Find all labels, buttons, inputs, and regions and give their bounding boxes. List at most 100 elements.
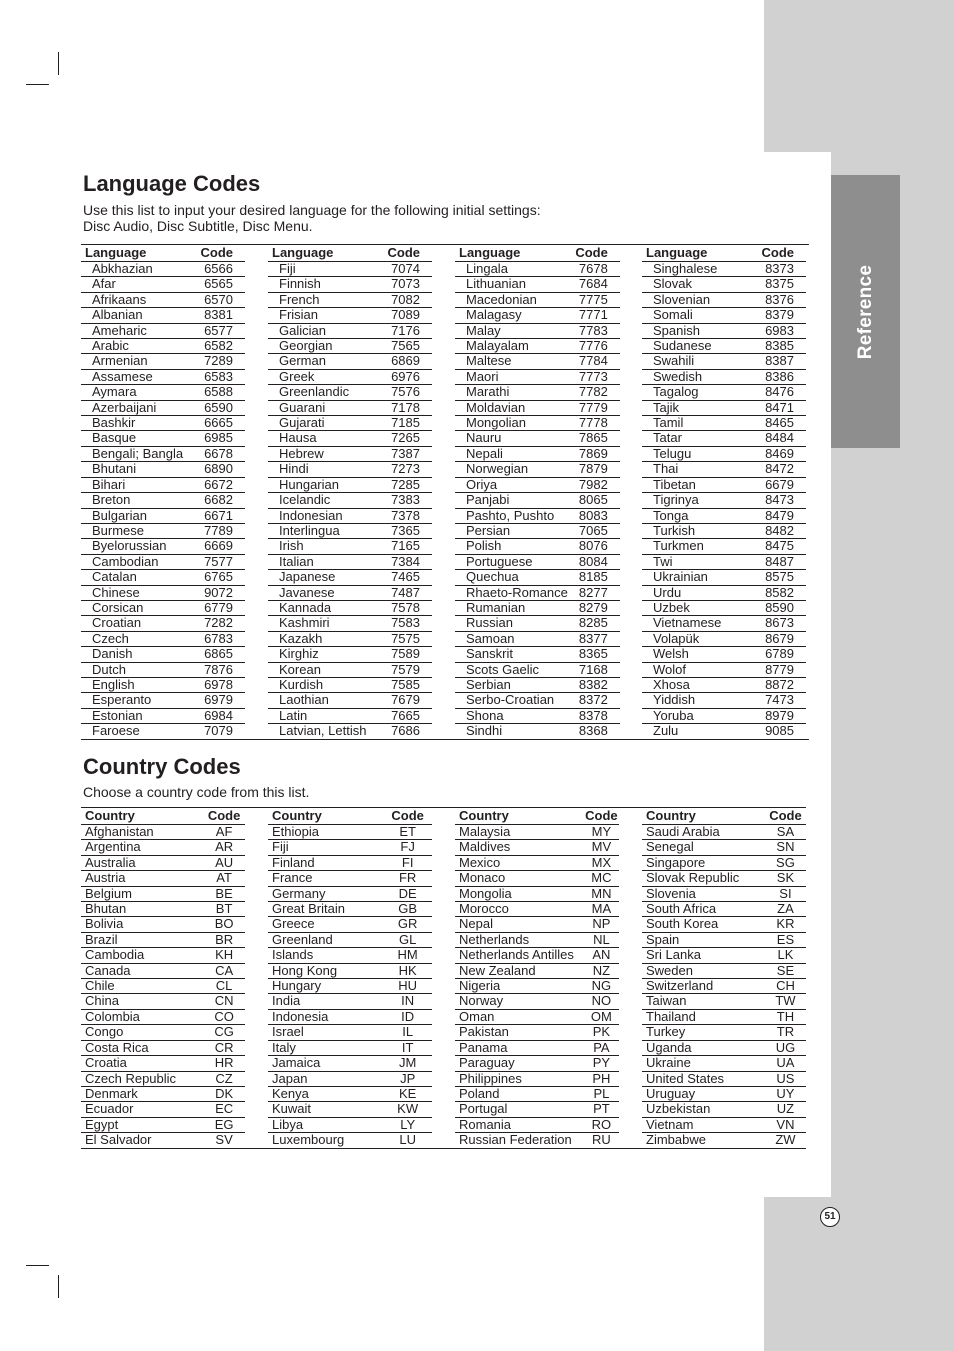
language-name: Turkmen — [642, 538, 742, 555]
country-intro: Choose a country code from this list. — [83, 784, 310, 800]
table-row: Sri Lanka LK — [642, 947, 806, 964]
language-code: 8373 — [741, 260, 806, 277]
language-code: 7168 — [567, 661, 620, 678]
table-row: Welsh 6789 — [642, 646, 806, 663]
table-row: Polish 8076 — [455, 538, 620, 555]
table-row: Tonga 8479 — [642, 507, 806, 524]
country-code: PA — [583, 1039, 619, 1056]
table-row: Moldavian 7779 — [455, 399, 620, 416]
table-row: Dutch 7876 — [81, 661, 245, 678]
language-name: Yiddish — [642, 692, 742, 709]
language-code: 7579 — [375, 661, 432, 678]
language-code: 7779 — [567, 399, 620, 416]
country-name: Czech Republic — [81, 1070, 204, 1087]
country-code: HM — [383, 947, 432, 964]
country-code: LU — [383, 1132, 432, 1148]
country-code: MN — [583, 885, 619, 902]
language-code: 8979 — [741, 707, 806, 724]
country-name: Pakistan — [455, 1024, 584, 1041]
table-row: Guarani 7178 — [268, 399, 432, 416]
table-row: Maltese 7784 — [455, 353, 620, 370]
language-name: Hungarian — [268, 476, 376, 493]
language-name: German — [268, 353, 376, 370]
language-name: Oriya — [455, 476, 568, 493]
language-codes-table: Language Code Abkhazian 6566 Afar 6565 Afrikaa… — [81, 244, 809, 740]
language-code: 7285 — [375, 476, 432, 493]
language-code: 6789 — [741, 646, 806, 663]
language-name: Bengali; Bangla — [81, 445, 190, 462]
country-name: South Korea — [642, 916, 765, 933]
country-code: JM — [383, 1055, 432, 1071]
table-row: Quechua 8185 — [455, 569, 620, 586]
table-row: Arabic 6582 — [81, 338, 245, 354]
country-name: Russian Federation — [455, 1132, 584, 1148]
language-code: 7869 — [567, 445, 620, 462]
table-row: Monaco MC — [455, 870, 619, 887]
language-code: 8381 — [189, 307, 245, 324]
language-code: 8382 — [567, 676, 620, 693]
table-row: Afrikaans 6570 — [81, 291, 245, 308]
table-row: Panama PA — [455, 1039, 619, 1056]
language-name: Afar — [81, 276, 190, 293]
language-code: 6890 — [189, 461, 245, 478]
table-row: Georgian 7565 — [268, 338, 432, 354]
language-code: 7089 — [375, 307, 432, 324]
country-name: India — [268, 993, 384, 1010]
country-name: Ukraine — [642, 1055, 765, 1071]
country-name: Denmark — [81, 1085, 204, 1102]
language-name: Moldavian — [455, 399, 568, 416]
language-column: Language Code Fiji 7074 Finnish 7073 French 708… — [268, 245, 432, 739]
country-code: KH — [203, 947, 245, 964]
language-code: 8472 — [741, 461, 806, 478]
table-row: United States US — [642, 1070, 806, 1087]
table-row: Fiji 7074 — [268, 260, 432, 277]
language-name: Frisian — [268, 307, 376, 324]
header-code: Code — [585, 808, 618, 823]
language-intro: Use this list to input your desired lang… — [83, 202, 541, 234]
country-name: Costa Rica — [81, 1039, 204, 1056]
language-name: Lingala — [455, 260, 568, 277]
table-row: Poland PL — [455, 1085, 619, 1102]
table-row: Indonesia ID — [268, 1008, 432, 1025]
country-code: NO — [583, 993, 619, 1010]
language-name: Tigrinya — [642, 492, 742, 508]
country-name: Sri Lanka — [642, 947, 765, 964]
language-code: 7589 — [375, 646, 432, 663]
language-code: 7575 — [375, 630, 432, 647]
country-code: IT — [383, 1039, 432, 1056]
country-code: SN — [764, 839, 806, 856]
country-name: Hungary — [268, 978, 384, 994]
language-code: 8476 — [741, 384, 806, 401]
table-row: Croatian 7282 — [81, 615, 245, 632]
language-name: Rhaeto-Romance — [455, 584, 568, 601]
language-name: Scots Gaelic — [455, 661, 568, 678]
language-code: 7782 — [567, 384, 620, 401]
language-code: 7378 — [375, 507, 432, 524]
country-code: BR — [203, 931, 245, 948]
language-code: 6582 — [189, 338, 245, 354]
language-code: 8372 — [567, 692, 620, 709]
country-name: Mexico — [455, 854, 584, 871]
table-row: Nepal NP — [455, 916, 619, 933]
language-code: 7384 — [375, 553, 432, 570]
table-row: Lingala 7678 — [455, 260, 620, 277]
country-code: AN — [583, 947, 619, 964]
column-gap — [432, 808, 455, 1148]
language-name: Byelorussian — [81, 538, 190, 555]
country-name: Croatia — [81, 1055, 204, 1071]
language-code: 6577 — [189, 322, 245, 339]
language-code: 8387 — [741, 353, 806, 370]
country-codes-table: Country Code Afghanistan AF Argentina AR Austr… — [81, 807, 806, 1149]
table-row: Saudi Arabia SA — [642, 823, 806, 840]
country-name: Zimbabwe — [642, 1132, 765, 1148]
country-code: SI — [764, 885, 806, 902]
table-row: Argentina AR — [81, 839, 245, 856]
language-code: 8065 — [567, 492, 620, 508]
table-row: Bulgarian 6671 — [81, 507, 245, 524]
table-row: Sindhi 8368 — [455, 723, 620, 739]
language-name: Russian — [455, 615, 568, 632]
language-name: Korean — [268, 661, 376, 678]
language-name: Cambodian — [81, 553, 190, 570]
language-name: Faroese — [81, 723, 190, 739]
language-code: 7771 — [567, 307, 620, 324]
